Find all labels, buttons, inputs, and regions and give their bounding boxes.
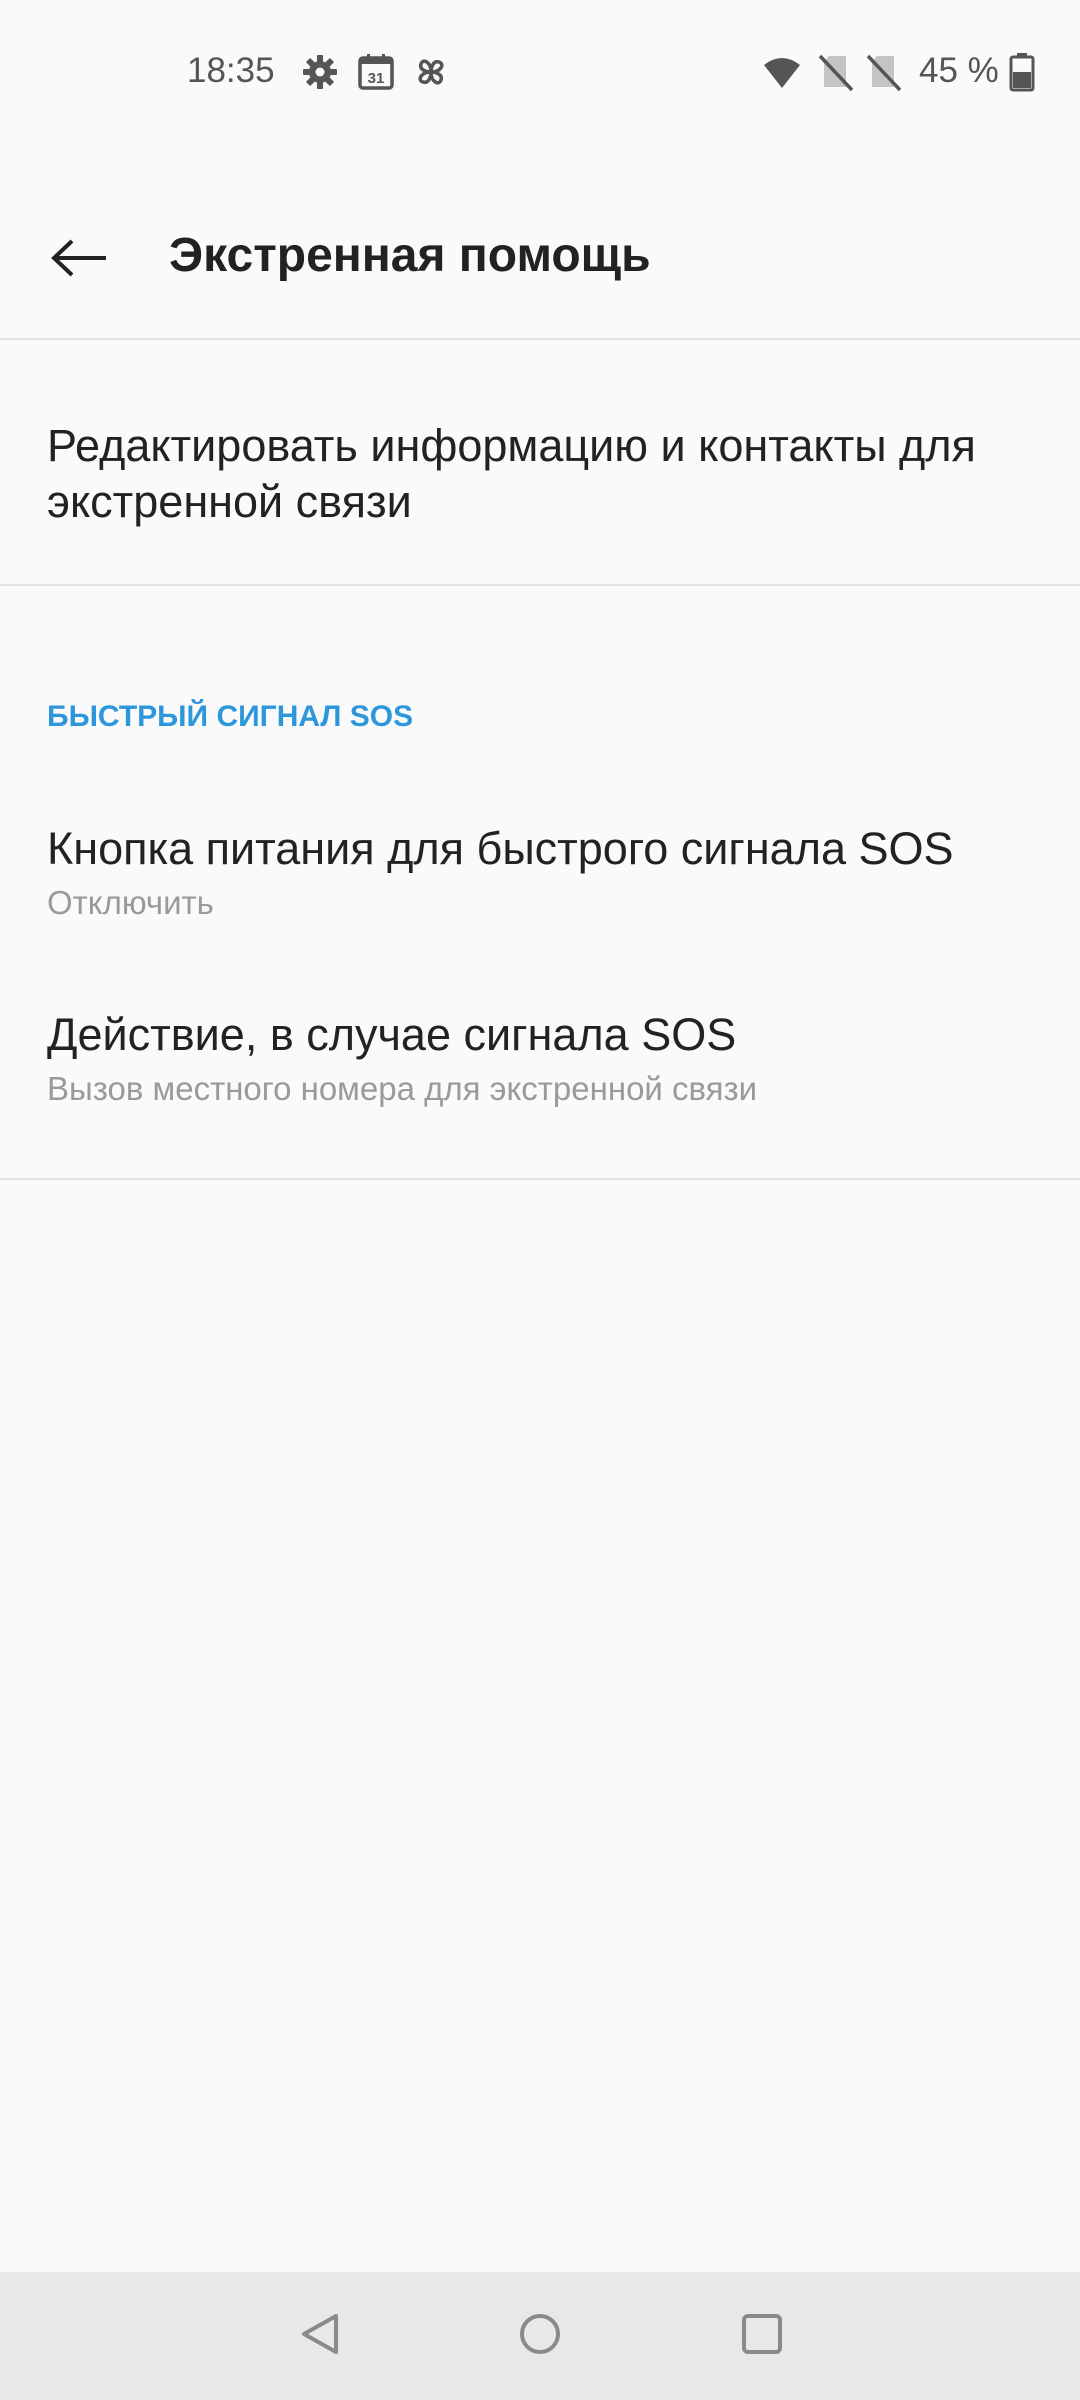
nav-recents-icon bbox=[740, 2312, 784, 2361]
nav-home-icon bbox=[518, 2312, 562, 2361]
divider bbox=[0, 1178, 1080, 1180]
arrow-left-icon bbox=[50, 238, 110, 283]
status-bar: 18:35 31 45 % bbox=[0, 0, 1080, 140]
power-button-sos-row[interactable]: Кнопка питания для быстрого сигнала SOS … bbox=[0, 820, 1080, 1000]
pinwheel-icon bbox=[411, 52, 451, 92]
setting-title: Кнопка питания для быстрого сигнала SOS bbox=[47, 823, 954, 874]
nav-home-button[interactable] bbox=[500, 2296, 580, 2376]
calendar-day-text: 31 bbox=[368, 70, 385, 87]
divider bbox=[0, 338, 1080, 340]
nav-recents-button[interactable] bbox=[722, 2296, 802, 2376]
edit-emergency-info-row[interactable]: Редактировать информацию и контакты для … bbox=[0, 342, 1080, 584]
edit-emergency-info-label: Редактировать информацию и контакты для … bbox=[47, 420, 976, 527]
app-bar: Экстренная помощь bbox=[0, 180, 1080, 340]
status-time: 18:35 bbox=[187, 51, 275, 90]
no-sim-icon bbox=[816, 52, 856, 92]
sos-action-row[interactable]: Действие, в случае сигнала SOS Вызов мес… bbox=[0, 1006, 1080, 1186]
no-sim-icon bbox=[864, 52, 904, 92]
battery-percent: 45 % bbox=[919, 51, 999, 90]
navigation-bar bbox=[0, 2272, 1080, 2400]
back-button[interactable] bbox=[30, 215, 130, 305]
nav-back-button[interactable] bbox=[280, 2296, 360, 2376]
page-title: Экстренная помощь bbox=[169, 229, 651, 282]
calendar-icon: 31 bbox=[356, 52, 396, 92]
settings-gear-icon bbox=[300, 52, 340, 92]
nav-back-icon bbox=[298, 2312, 342, 2361]
wifi-icon bbox=[762, 52, 802, 92]
divider bbox=[0, 584, 1080, 586]
section-header: БЫСТРЫЙ СИГНАЛ SOS bbox=[47, 700, 414, 733]
battery-icon bbox=[1008, 52, 1036, 92]
setting-summary: Отключить bbox=[47, 884, 214, 921]
setting-title: Действие, в случае сигнала SOS bbox=[47, 1009, 737, 1060]
setting-summary: Вызов местного номера для экстренной свя… bbox=[47, 1070, 758, 1107]
